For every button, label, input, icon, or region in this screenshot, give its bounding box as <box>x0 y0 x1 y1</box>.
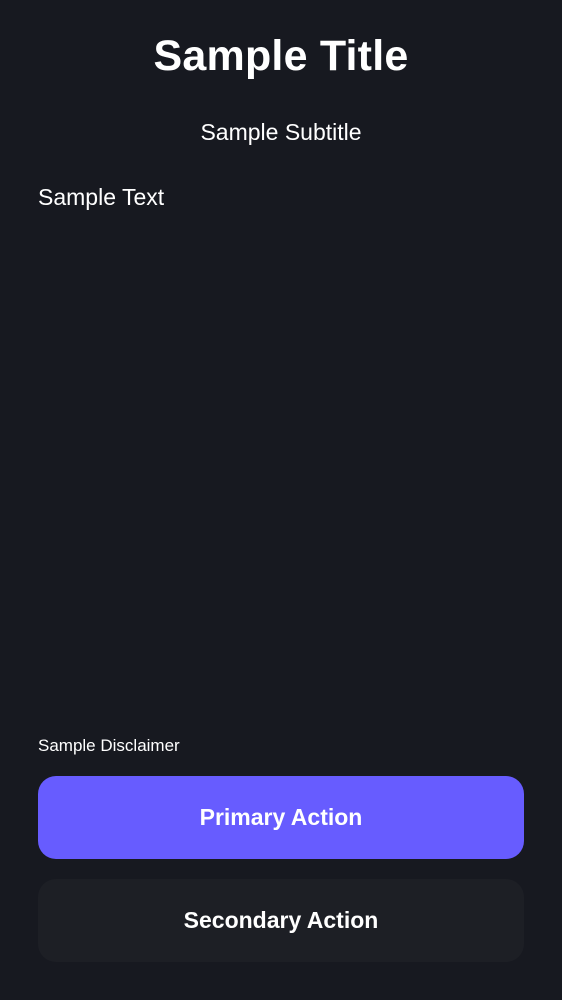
page-title: Sample Title <box>153 32 409 80</box>
app-screen: { "header": { "title": "Sample Title", "… <box>0 0 562 1000</box>
page-subtitle: Sample Subtitle <box>200 119 362 145</box>
secondary-action-button[interactable]: Secondary Action <box>38 879 524 962</box>
body-text: Sample Text <box>38 184 165 210</box>
disclaimer-text: Sample Disclaimer <box>38 736 180 755</box>
primary-action-button[interactable]: Primary Action <box>38 776 524 859</box>
